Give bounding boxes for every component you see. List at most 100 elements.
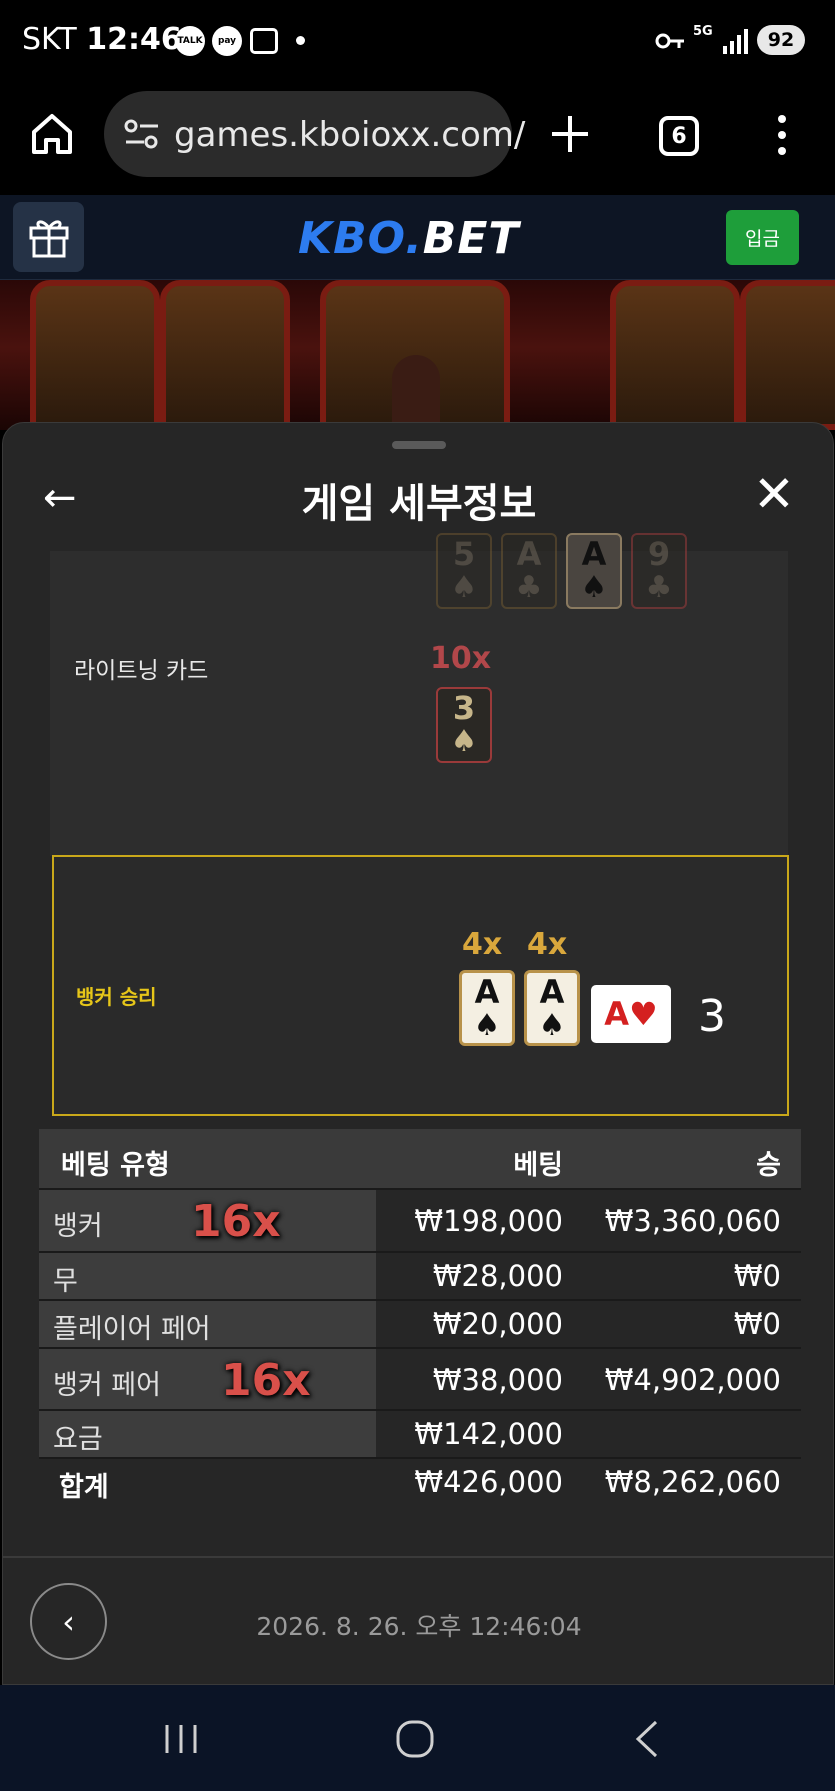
tab-switcher-button[interactable]: 6 [659, 116, 699, 156]
table-header: 베팅 유형 베팅 승 [39, 1129, 801, 1190]
talk-icon-label: TALK [177, 36, 203, 46]
recent-apps-icon[interactable] [163, 1723, 199, 1755]
address-bar[interactable]: games.kboioxx.com/ [104, 91, 525, 177]
site-header: KBO.BET 입금 [0, 195, 835, 280]
sheet-drag-handle[interactable] [392, 441, 446, 449]
screenshot-icon [250, 28, 278, 54]
sideways-card: A♥ [591, 985, 671, 1043]
bet-type-name: 요금 [53, 1424, 103, 1455]
system-nav-bar [0, 1685, 835, 1791]
card-rank: A [474, 973, 500, 1011]
banker-score: 3 [698, 991, 726, 1042]
sheet-title: 게임 세부정보 [301, 481, 537, 527]
logo-part-2: BET [422, 213, 520, 264]
talk-icon: TALK [175, 26, 205, 56]
lightning-panel: 5 ♠ A ♣ A ♠ 9 ♣ 라이트닝 카드 10x 3 ♠ [50, 533, 788, 856]
round-timestamp: 2026. 8. 26. 오후 12:46:04 [256, 1612, 582, 1641]
status-time: SKT 12:46 [22, 22, 182, 57]
bet-multiplier: 16x [221, 1355, 311, 1406]
bet-amount: ₩198,000 [414, 1204, 563, 1238]
dealer-figure [392, 355, 440, 430]
pay-icon: pay [212, 26, 242, 56]
bet-type-name: 뱅커 페어 [53, 1370, 161, 1401]
bet-type-name: 뱅커 [53, 1211, 103, 1242]
tab-count: 6 [671, 123, 687, 149]
battery-level: 92 [767, 29, 795, 51]
gift-button[interactable] [13, 202, 84, 272]
banker-win-box: 뱅커 승리 4x 4x A ♠ A ♠ A♥ 3 [52, 855, 789, 1116]
card: 5 ♠ [436, 533, 492, 609]
new-tab-icon[interactable] [550, 114, 590, 154]
url-text[interactable]: games.kboioxx.com/ [174, 115, 525, 155]
card-multiplier: 4x [527, 927, 568, 962]
card-rank: A [581, 535, 607, 573]
more-menu-icon[interactable] [776, 114, 788, 156]
card-rank: A [539, 973, 565, 1011]
5g-icon: 5G [693, 24, 713, 39]
header-win: 승 [756, 1150, 781, 1181]
win-amount: ₩0 [733, 1307, 781, 1341]
card-suit: ♣ [515, 570, 543, 605]
banner-decoration [30, 280, 160, 430]
bet-amount: ₩38,000 [432, 1363, 563, 1397]
win-amount: ₩4,902,000 [604, 1363, 781, 1397]
card-suit: ♠ [450, 570, 478, 605]
banker-win-label: 뱅커 승리 [76, 985, 157, 1009]
carrier-label: SKT [22, 22, 77, 57]
site-logo[interactable]: KBO.BET [298, 213, 519, 264]
table-total-row: 합계 ₩426,000 ₩8,262,060 [39, 1459, 801, 1507]
status-bar: SKT 12:46 TALK pay 5G 92 [0, 0, 835, 82]
lightning-card-label: 라이트닝 카드 [74, 658, 209, 684]
table-row: 요금 ₩142,000 [39, 1411, 801, 1459]
card: 9 ♣ [631, 533, 687, 609]
banner-decoration [160, 280, 290, 430]
site-settings-icon[interactable] [124, 117, 160, 151]
table-row: 뱅커 페어 16x ₩38,000 ₩4,902,000 [39, 1349, 801, 1411]
home-button-icon[interactable] [395, 1719, 435, 1759]
signal-icon [723, 29, 748, 54]
bet-type-name: 무 [53, 1266, 78, 1297]
deposit-label: 입금 [745, 228, 780, 250]
browser-toolbar: games.kboioxx.com/ 6 [0, 82, 835, 195]
logo-part-1: KBO. [298, 213, 423, 264]
win-amount: ₩3,360,060 [604, 1204, 781, 1238]
pay-icon-label: pay [217, 36, 237, 46]
card-rank: A [516, 535, 542, 573]
clock: 12:46 [86, 22, 182, 57]
banner-decoration [610, 280, 740, 430]
divider [3, 1556, 833, 1558]
dot-icon [296, 36, 305, 45]
card-suit: ♣ [645, 570, 673, 605]
gift-icon [29, 220, 69, 258]
total-bet: ₩426,000 [414, 1465, 563, 1499]
bet-multiplier: 16x [191, 1196, 281, 1247]
table-row: 뱅커 16x ₩198,000 ₩3,360,060 [39, 1190, 801, 1253]
card-multiplier: 4x [462, 927, 503, 962]
row-label-cell [39, 1253, 376, 1299]
close-icon[interactable]: ✕ [753, 465, 795, 523]
card: A ♣ [501, 533, 557, 609]
card-rank: 5 [452, 535, 476, 573]
back-button-icon[interactable] [634, 1719, 660, 1759]
card-suit: ♠ [473, 1008, 501, 1043]
card-suit: ♠ [538, 1008, 566, 1043]
lightning-card: 3 ♠ [436, 687, 492, 763]
game-details-sheet: ← 게임 세부정보 ✕ 5 ♠ A ♣ A ♠ 9 ♣ 라이트닝 카드 10x 3 ♠ 뱅… [2, 422, 834, 1685]
deposit-button[interactable]: 입금 [726, 210, 799, 265]
card-rank: 9 [647, 535, 671, 573]
win-amount: ₩0 [733, 1259, 781, 1293]
bet-amount: ₩142,000 [414, 1417, 563, 1451]
home-icon[interactable] [30, 112, 74, 156]
banner-decoration [740, 280, 835, 430]
card: A ♠ [459, 970, 515, 1046]
header-bet-type: 베팅 유형 [61, 1150, 170, 1181]
bet-amount: ₩28,000 [432, 1259, 563, 1293]
lightning-multiplier: 10x [430, 641, 492, 676]
card-suit: ♠ [450, 724, 478, 759]
header-bet: 베팅 [513, 1150, 563, 1181]
table-row: 플레이어 페어 ₩20,000 ₩0 [39, 1301, 801, 1349]
battery-indicator: 92 [757, 25, 805, 55]
card: A ♠ [566, 533, 622, 609]
key-icon [655, 33, 684, 49]
card: A ♠ [524, 970, 580, 1046]
